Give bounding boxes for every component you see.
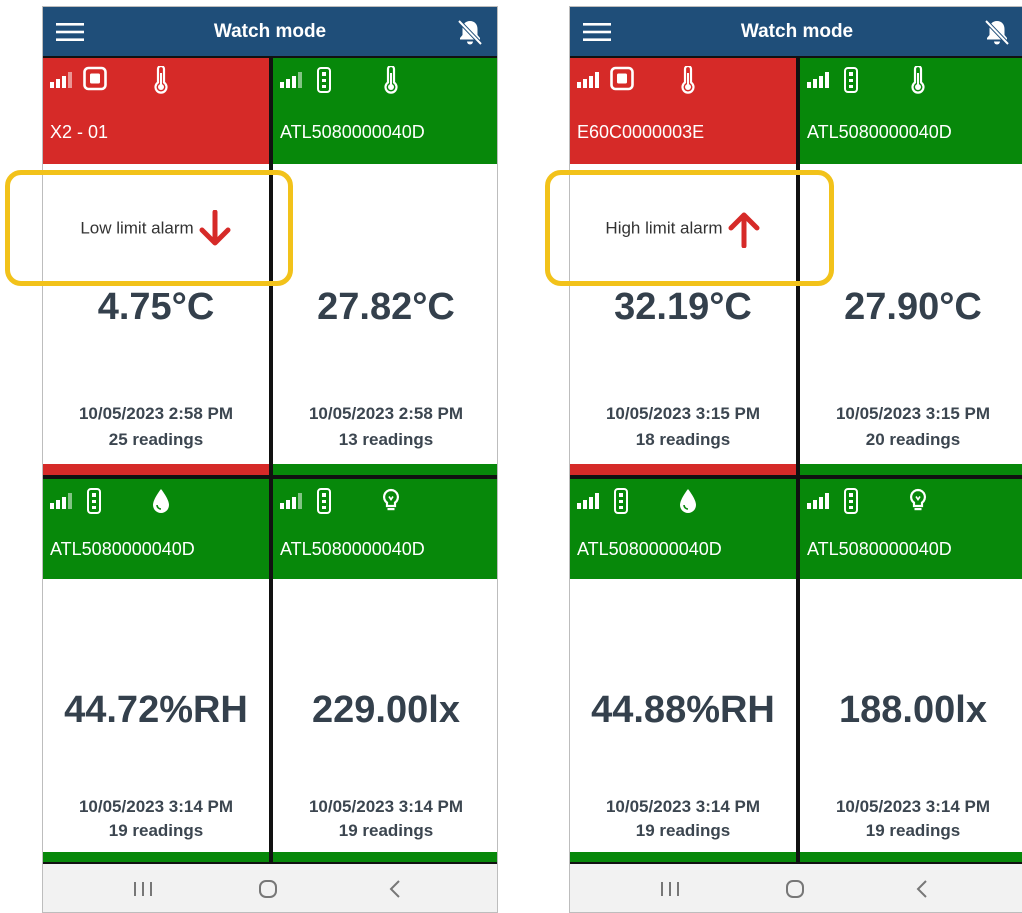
bell-off-icon[interactable] bbox=[982, 17, 1012, 47]
status-bar bbox=[570, 464, 796, 475]
device-id: ATL5080000040D bbox=[807, 539, 952, 559]
logger-device-icon bbox=[87, 488, 101, 514]
device-id: E60C0000003E bbox=[577, 122, 705, 142]
timestamp: 10/05/2023 2:58 PM bbox=[78, 404, 234, 423]
status-bar bbox=[570, 852, 796, 862]
sensor-value: 32.19°C bbox=[614, 286, 752, 328]
readings-count: 18 readings bbox=[635, 430, 731, 449]
sensor-value: 229.00lx bbox=[312, 689, 460, 731]
status-bar bbox=[800, 852, 1022, 862]
signal-bars-icon bbox=[577, 72, 599, 88]
device-id: ATL5080000040D bbox=[50, 539, 195, 559]
droplet-icon bbox=[153, 489, 169, 513]
device-id: ATL5080000040D bbox=[807, 122, 952, 142]
home-circle-icon[interactable] bbox=[257, 878, 279, 900]
phone-screen-left: Watch mode X2 - 01 Low limit alarm 4.75°… bbox=[42, 6, 498, 913]
recents-icon[interactable] bbox=[128, 878, 158, 900]
timestamp: 10/05/2023 3:14 PM bbox=[308, 797, 464, 816]
thermometer-icon bbox=[681, 66, 695, 94]
tile-header: ATL5080000040D bbox=[43, 479, 269, 579]
square-logger-icon bbox=[83, 66, 107, 91]
thermometer-icon bbox=[911, 66, 925, 94]
tile-header: ATL5080000040D bbox=[800, 58, 1022, 164]
square-logger-icon bbox=[610, 66, 634, 91]
sensor-value: 44.88%RH bbox=[591, 689, 775, 731]
sensor-tile[interactable]: ATL5080000040D 44.72%RH 10/05/2023 3:14 … bbox=[43, 479, 269, 862]
logger-device-icon bbox=[844, 67, 858, 93]
alarm-highlight-callout bbox=[545, 170, 834, 286]
signal-bars-icon bbox=[577, 493, 599, 509]
tile-header: ATL5080000040D bbox=[273, 58, 497, 164]
phone-screen-right: Watch mode E60C0000003E High limit alarm… bbox=[569, 6, 1022, 913]
thermometer-icon bbox=[154, 66, 168, 94]
signal-bars-icon bbox=[50, 72, 72, 88]
sensor-value: 4.75°C bbox=[97, 286, 215, 328]
signal-bars-icon bbox=[280, 493, 302, 509]
tile-header: ATL5080000040D bbox=[570, 479, 796, 579]
home-circle-icon[interactable] bbox=[784, 878, 806, 900]
recents-icon[interactable] bbox=[655, 878, 685, 900]
tile-header: E60C0000003E bbox=[570, 58, 796, 164]
readings-count: 20 readings bbox=[865, 430, 961, 449]
sensor-tile[interactable]: ATL5080000040D 44.88%RH 10/05/2023 3:14 … bbox=[570, 479, 796, 862]
tile-header: ATL5080000040D bbox=[800, 479, 1022, 579]
status-bar bbox=[800, 464, 1022, 475]
timestamp: 10/05/2023 3:14 PM bbox=[835, 797, 991, 816]
device-id: ATL5080000040D bbox=[280, 539, 425, 559]
sensor-tile[interactable]: ATL5080000040D 229.00lx 10/05/2023 3:14 … bbox=[273, 479, 497, 862]
sensor-value: 44.72%RH bbox=[64, 689, 248, 731]
logger-device-icon bbox=[317, 488, 331, 514]
timestamp: 10/05/2023 2:58 PM bbox=[308, 404, 464, 423]
readings-count: 19 readings bbox=[338, 821, 434, 840]
logger-device-icon bbox=[614, 488, 628, 514]
droplet-icon bbox=[680, 489, 696, 513]
system-nav-bar bbox=[43, 864, 497, 912]
signal-bars-icon bbox=[50, 493, 72, 509]
device-id: ATL5080000040D bbox=[280, 122, 425, 142]
readings-count: 19 readings bbox=[865, 821, 961, 840]
lightbulb-icon bbox=[909, 488, 927, 511]
signal-bars-icon bbox=[280, 72, 302, 88]
sensor-tile[interactable]: ATL5080000040D 27.82°C 10/05/2023 2:58 P… bbox=[273, 58, 497, 475]
page-title: Watch mode bbox=[213, 21, 327, 42]
thermometer-icon bbox=[384, 66, 398, 94]
sensor-value: 27.90°C bbox=[844, 286, 982, 328]
page-title: Watch mode bbox=[740, 21, 854, 42]
back-chevron-icon[interactable] bbox=[913, 878, 931, 900]
signal-bars-icon bbox=[807, 72, 829, 88]
status-bar bbox=[273, 464, 497, 475]
timestamp: 10/05/2023 3:14 PM bbox=[78, 797, 234, 816]
logger-device-icon bbox=[844, 488, 858, 514]
app-bar: Watch mode bbox=[570, 7, 1022, 56]
readings-count: 25 readings bbox=[108, 430, 204, 449]
app-bar: Watch mode bbox=[43, 7, 497, 56]
status-bar bbox=[273, 852, 497, 862]
timestamp: 10/05/2023 3:14 PM bbox=[605, 797, 761, 816]
sensor-value: 188.00lx bbox=[839, 689, 987, 731]
back-chevron-icon[interactable] bbox=[386, 878, 404, 900]
sensor-tile[interactable]: ATL5080000040D 188.00lx 10/05/2023 3:14 … bbox=[800, 479, 1022, 862]
tile-header: ATL5080000040D bbox=[273, 479, 497, 579]
logger-device-icon bbox=[317, 67, 331, 93]
tile-header: X2 - 01 bbox=[43, 58, 269, 164]
readings-count: 19 readings bbox=[108, 821, 204, 840]
signal-bars-icon bbox=[807, 493, 829, 509]
sensor-value: 27.82°C bbox=[317, 286, 455, 328]
status-bar bbox=[43, 464, 269, 475]
alarm-highlight-callout bbox=[5, 170, 293, 286]
timestamp: 10/05/2023 3:15 PM bbox=[835, 404, 991, 423]
timestamp: 10/05/2023 3:15 PM bbox=[605, 404, 761, 423]
lightbulb-icon bbox=[382, 488, 400, 511]
readings-count: 13 readings bbox=[338, 430, 434, 449]
device-id: X2 - 01 bbox=[50, 122, 109, 142]
device-id: ATL5080000040D bbox=[577, 539, 722, 559]
readings-count: 19 readings bbox=[635, 821, 731, 840]
system-nav-bar bbox=[570, 864, 1022, 912]
bell-off-icon[interactable] bbox=[455, 17, 485, 47]
status-bar bbox=[43, 852, 269, 862]
